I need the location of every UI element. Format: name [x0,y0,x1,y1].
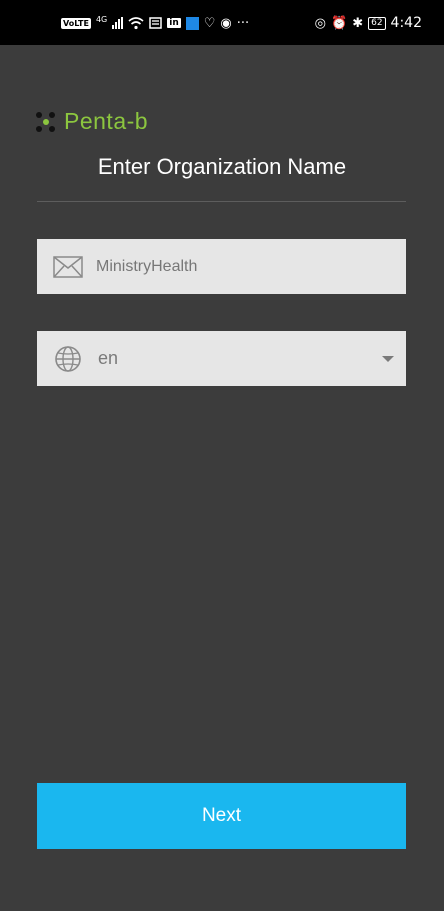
organization-input[interactable] [94,256,348,277]
volte-badge: VoLTE [61,17,91,29]
page-title: Enter Organization Name [97,154,347,179]
status-bar-left: VoLTE 4G in ♡ ◉ ··· [61,12,249,34]
next-button[interactable]: Next [37,783,406,849]
signal-icon [112,17,124,29]
eye-icon: ◎ [314,15,326,31]
battery-icon: 62 [368,16,386,30]
logo-text: Penta-b [64,108,149,134]
messenger-icon: ◉ [220,15,232,31]
app-notification-icon [185,16,199,30]
dropdown-caret-icon[interactable] [382,356,394,362]
language-value: en [98,348,119,368]
globe-icon [52,343,84,375]
message-icon [149,17,162,29]
status-bar-right: ◎ ⏰ ✱ 62 4:42 [315,12,422,34]
network-type: 4G [95,14,108,24]
alarm-icon: ⏰ [331,15,348,31]
title-divider [37,201,406,202]
organization-field[interactable] [37,239,406,294]
linkedin-icon: in [167,18,181,28]
bluetooth-icon: ✱ [352,15,364,31]
status-bar: VoLTE 4G in ♡ ◉ ··· ◎ ⏰ ✱ 62 4:42 [0,0,444,45]
language-select[interactable]: en [37,331,406,386]
heart-icon: ♡ [203,15,216,31]
more-notifications-icon: ··· [236,15,250,31]
clock: 4:42 [390,15,422,31]
wifi-icon [128,16,144,29]
logo-dots-icon [36,111,56,132]
penta-b-logo: Penta-b [36,108,148,135]
envelope-icon [52,251,84,283]
